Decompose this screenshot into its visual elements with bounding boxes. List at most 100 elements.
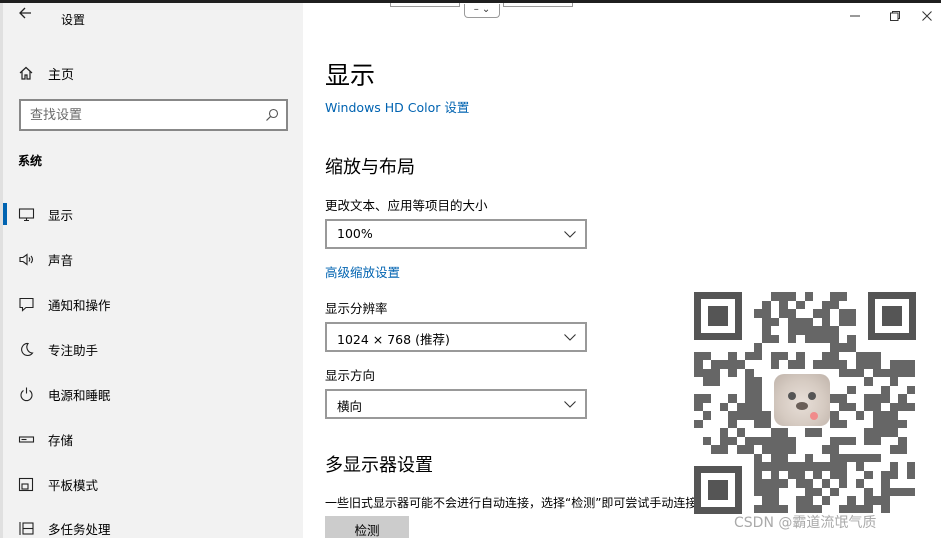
close-button[interactable] [917, 10, 937, 26]
qr-module [847, 368, 856, 377]
qr-module [702, 377, 711, 386]
settings-search-box[interactable] [19, 99, 288, 131]
snap-layout-handle[interactable]: – ⌄ [464, 4, 500, 18]
qr-module [881, 487, 890, 496]
qr-module [872, 351, 881, 360]
qr-module [838, 292, 847, 301]
sidebar-item-home[interactable]: 主页 [18, 63, 74, 83]
qr-module [881, 504, 890, 513]
qr-module [872, 360, 881, 369]
qr-code-overlay [694, 292, 916, 514]
qr-module [830, 436, 839, 445]
qr-module [762, 436, 771, 445]
qr-module [796, 470, 805, 479]
qr-module [736, 445, 745, 454]
qr-module [796, 326, 805, 335]
qr-module [889, 411, 898, 420]
qr-module [898, 419, 907, 428]
qr-module [719, 360, 728, 369]
qr-module [719, 428, 728, 437]
qr-finder-pattern [694, 466, 742, 514]
sidebar-item-power-sleep[interactable]: 电源和睡眠 [3, 374, 303, 414]
qr-module [736, 428, 745, 437]
qr-module [694, 394, 703, 403]
orientation-label: 显示方向 [325, 368, 376, 383]
chevron-down-icon [564, 334, 576, 341]
csdn-watermark: CSDN @霸道流氓气质 [734, 515, 877, 531]
qr-module [847, 317, 856, 326]
qr-module [753, 394, 762, 403]
sidebar-item-display[interactable]: 显示 [3, 194, 303, 234]
qr-module [821, 360, 830, 369]
qr-module [736, 411, 745, 420]
qr-module [821, 462, 830, 471]
qr-module [889, 470, 898, 479]
avatar-nose [796, 402, 808, 410]
selected-indicator [3, 203, 7, 225]
back-button[interactable] [18, 6, 32, 24]
qr-module [753, 309, 762, 318]
qr-module [906, 462, 915, 471]
qr-module [898, 436, 907, 445]
hd-color-settings-link[interactable]: Windows HD Color 设置 [325, 97, 469, 116]
qr-module [889, 377, 898, 386]
qr-module [906, 402, 915, 411]
qr-module [830, 292, 839, 301]
qr-module [830, 326, 839, 335]
qr-module [881, 368, 890, 377]
search-input[interactable] [21, 101, 251, 129]
qr-module [779, 445, 788, 454]
qr-module [855, 453, 864, 462]
minimize-button[interactable] [845, 10, 865, 26]
sidebar-item-multitasking[interactable]: 多任务处理 [3, 508, 303, 538]
qr-module [728, 368, 737, 377]
advanced-scaling-link[interactable]: 高级缩放设置 [325, 262, 400, 281]
sidebar-item-notifications[interactable]: 通知和操作 [3, 284, 303, 324]
qr-module [847, 385, 856, 394]
qr-module [787, 462, 796, 471]
qr-module [898, 368, 907, 377]
qr-module [804, 462, 813, 471]
sidebar-item-focus-assist[interactable]: 专注助手 [3, 329, 303, 369]
sidebar-item-label: 声音 [48, 252, 74, 268]
qr-module [838, 343, 847, 352]
detect-button[interactable]: 检测 [325, 516, 409, 538]
qr-module [728, 351, 737, 360]
monitor-icon [18, 207, 35, 221]
sidebar-item-tablet-mode[interactable]: 平板模式 [3, 464, 303, 504]
qr-module [770, 479, 779, 488]
qr-module [838, 360, 847, 369]
search-icon[interactable] [265, 108, 279, 122]
qr-module [881, 428, 890, 437]
qr-module [770, 487, 779, 496]
scale-value: 100% [337, 226, 373, 241]
qr-module [770, 292, 779, 301]
qr-module [872, 428, 881, 437]
qr-finder-pattern [868, 292, 916, 340]
sidebar-item-storage[interactable]: 存储 [3, 419, 303, 459]
qr-module [770, 453, 779, 462]
orientation-dropdown[interactable]: 横向 [325, 389, 587, 419]
window-tab-fragment [390, 3, 460, 7]
sidebar-item-sound[interactable]: 声音 [3, 239, 303, 279]
resolution-dropdown[interactable]: 1024 × 768 (推荐) [325, 322, 587, 352]
qr-module [762, 496, 771, 505]
qr-module [881, 419, 890, 428]
qr-module [753, 462, 762, 471]
restore-button[interactable] [885, 10, 905, 26]
qr-module [847, 309, 856, 318]
qr-module [830, 445, 839, 454]
qr-module [753, 487, 762, 496]
qr-module [779, 436, 788, 445]
qr-module [770, 470, 779, 479]
qr-module [821, 317, 830, 326]
qr-module [762, 462, 771, 471]
qr-module [889, 487, 898, 496]
qr-module [779, 292, 788, 301]
qr-module [787, 326, 796, 335]
qr-module [864, 496, 873, 505]
multi-display-description: 一些旧式显示器可能不会进行自动连接，选择“检测”即可尝试手动连接。 [325, 496, 710, 510]
scale-dropdown[interactable]: 100% [325, 219, 587, 249]
qr-module [813, 428, 822, 437]
qr-module [753, 343, 762, 352]
